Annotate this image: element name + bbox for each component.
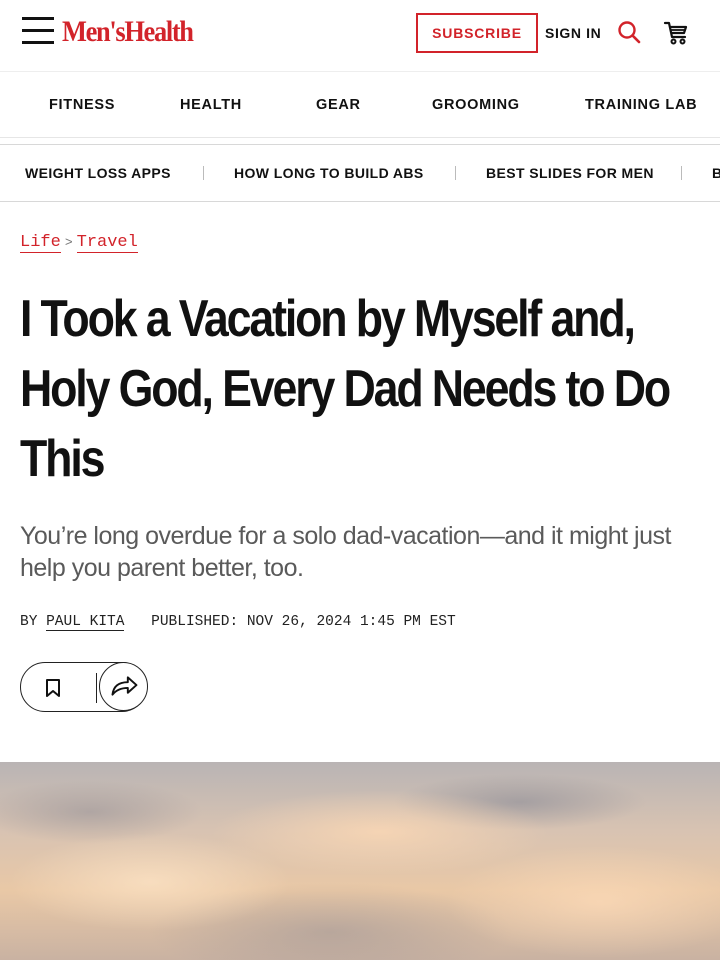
article-headline: I Took a Vacation by Myself and, Holy Go… bbox=[20, 290, 671, 488]
site-logo[interactable]: Men'sHealth bbox=[62, 12, 194, 52]
trending-link-best-slides[interactable]: BEST SLIDES FOR MEN bbox=[486, 145, 654, 201]
published-date: PUBLISHED: NOV 26, 2024 1:45 PM EST bbox=[151, 614, 456, 630]
cart-icon[interactable] bbox=[663, 20, 689, 46]
subscribe-button[interactable]: SUBSCRIBE bbox=[416, 13, 538, 53]
nav-item-grooming[interactable]: GROOMING bbox=[432, 72, 520, 138]
trending-link-build-abs[interactable]: HOW LONG TO BUILD ABS bbox=[234, 145, 424, 201]
primary-nav: FITNESS HEALTH GEAR GROOMING TRAINING LA… bbox=[0, 72, 720, 138]
share-divider bbox=[96, 673, 97, 703]
search-icon[interactable] bbox=[617, 20, 641, 44]
byline: BY PAUL KITA PUBLISHED: NOV 26, 2024 1:4… bbox=[20, 611, 456, 633]
top-bar: Men'sHealth SUBSCRIBE SIGN IN bbox=[0, 0, 720, 72]
trending-link-truncated[interactable]: B bbox=[712, 145, 720, 201]
nav-item-health[interactable]: HEALTH bbox=[180, 72, 242, 138]
trending-separator bbox=[203, 166, 204, 180]
hero-image bbox=[0, 762, 720, 960]
bookmark-icon[interactable] bbox=[39, 674, 67, 702]
trending-separator bbox=[681, 166, 682, 180]
nav-item-gear[interactable]: GEAR bbox=[316, 72, 361, 138]
article-dek: You’re long overdue for a solo dad-vacat… bbox=[20, 522, 671, 582]
nav-item-fitness[interactable]: FITNESS bbox=[49, 72, 115, 138]
share-controls bbox=[20, 662, 148, 712]
trending-link-weight-loss-apps[interactable]: WEIGHT LOSS APPS bbox=[25, 145, 171, 201]
breadcrumb-travel[interactable]: Travel bbox=[76, 233, 138, 253]
hamburger-menu-icon[interactable] bbox=[22, 17, 54, 45]
byline-prefix: BY bbox=[20, 614, 38, 630]
trending-separator bbox=[455, 166, 456, 180]
breadcrumb: Life > Travel bbox=[20, 231, 138, 255]
author-link[interactable]: PAUL KITA bbox=[46, 614, 125, 631]
trending-bar: WEIGHT LOSS APPS HOW LONG TO BUILD ABS B… bbox=[0, 144, 720, 202]
sign-in-link[interactable]: SIGN IN bbox=[545, 22, 601, 44]
breadcrumb-separator: > bbox=[64, 235, 73, 250]
breadcrumb-life[interactable]: Life bbox=[20, 233, 61, 253]
share-arrow-icon[interactable] bbox=[99, 662, 148, 711]
nav-item-training-lab[interactable]: TRAINING LAB bbox=[585, 72, 697, 138]
